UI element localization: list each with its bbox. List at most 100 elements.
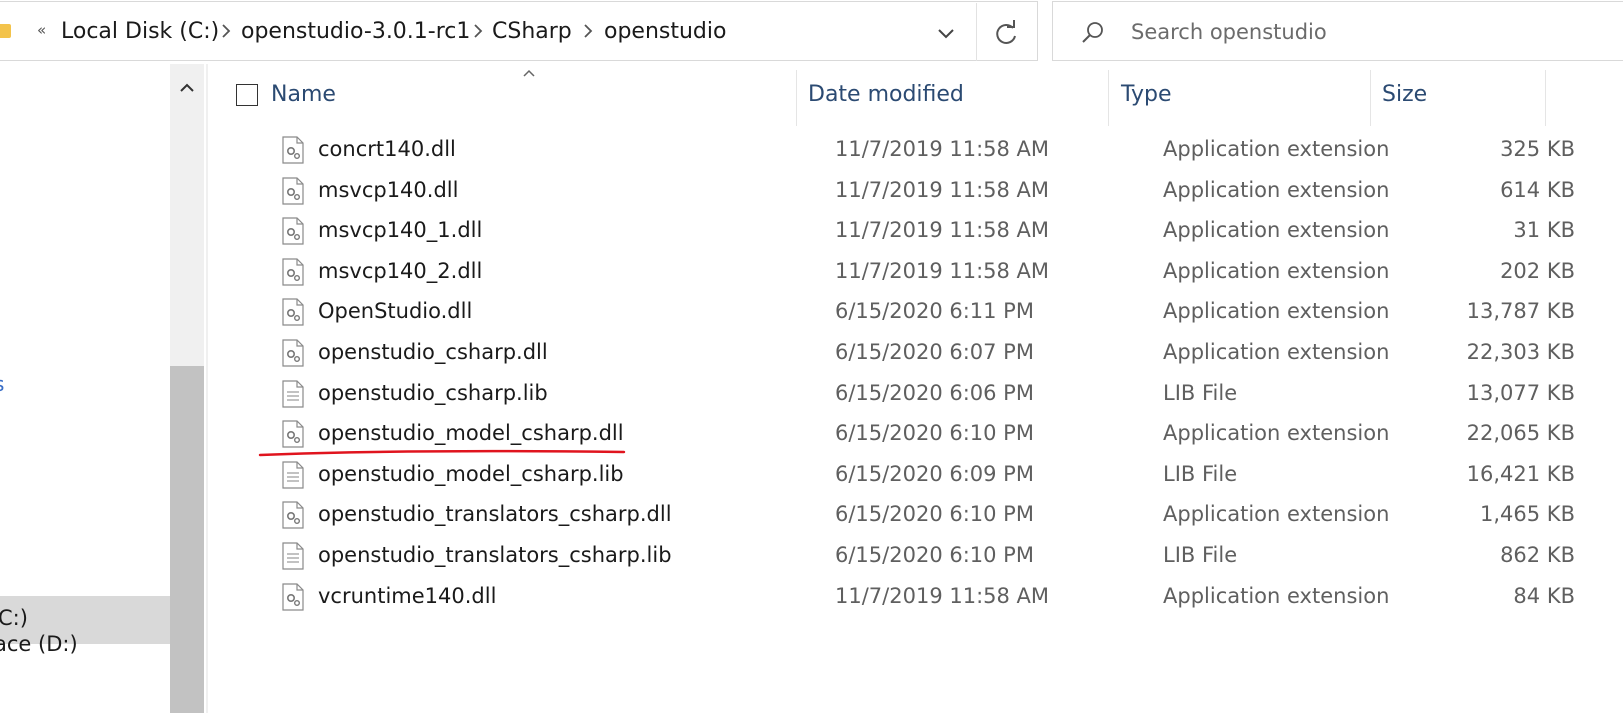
column-header-type[interactable]: Type <box>1121 82 1172 107</box>
breadcrumb-openstudio-rc1[interactable]: openstudio-3.0.1-rc1 <box>241 19 470 44</box>
file-name: OpenStudio.dll <box>318 299 473 324</box>
file-size: 13,077 KB <box>1466 380 1575 405</box>
lib-file-icon <box>282 542 304 570</box>
file-type: Application extension <box>1163 177 1390 202</box>
red-underline-annotation <box>258 449 626 457</box>
file-size: 202 KB <box>1500 258 1575 283</box>
file-type: LIB File <box>1163 461 1238 486</box>
search-input[interactable] <box>1129 16 1613 48</box>
dll-file-icon <box>282 339 304 367</box>
nav-scroll-thumb[interactable] <box>170 366 204 713</box>
file-size: 614 KB <box>1500 177 1575 202</box>
file-name: openstudio_translators_csharp.dll <box>318 502 672 527</box>
file-list: Name Date modified Type Size concrt140.d… <box>208 64 1623 713</box>
column-divider[interactable] <box>1108 70 1109 126</box>
refresh-icon[interactable] <box>989 17 1023 51</box>
column-header-date[interactable]: Date modified <box>808 82 964 107</box>
file-name: msvcp140_1.dll <box>318 218 483 243</box>
chevron-down-icon[interactable] <box>935 22 957 44</box>
file-date-modified: 6/15/2020 6:10 PM <box>835 502 1034 527</box>
file-date-modified: 6/15/2020 6:09 PM <box>835 461 1034 486</box>
file-type: Application extension <box>1163 299 1390 324</box>
file-size: 31 KB <box>1513 218 1575 243</box>
column-divider[interactable] <box>1370 70 1371 126</box>
column-header-size[interactable]: Size <box>1382 82 1427 107</box>
folder-icon <box>0 24 11 38</box>
file-row[interactable]: openstudio_translators_csharp.dll 6/15/20… <box>208 496 1623 538</box>
chevron-right-icon[interactable] <box>579 22 597 40</box>
search-box[interactable] <box>1052 1 1623 61</box>
file-date-modified: 11/7/2019 11:58 AM <box>835 258 1050 283</box>
file-date-modified: 11/7/2019 11:58 AM <box>835 218 1050 243</box>
file-row[interactable]: vcruntime140.dll 11/7/2019 11:58 AM Applic… <box>208 578 1623 620</box>
nav-item-fragment[interactable]: s <box>0 372 4 396</box>
file-type: Application extension <box>1163 218 1390 243</box>
file-size: 325 KB <box>1500 137 1575 161</box>
dll-file-icon <box>282 582 304 611</box>
file-date-modified: 11/7/2019 11:58 AM <box>835 137 1050 161</box>
file-date-modified: 11/7/2019 11:58 AM <box>835 583 1050 608</box>
file-name: msvcp140_2.dll <box>318 258 483 283</box>
file-type: LIB File <box>1163 380 1238 405</box>
dll-file-icon <box>282 136 304 164</box>
file-row[interactable]: openstudio_csharp.lib 6/15/2020 6:06 PM LI… <box>208 375 1623 417</box>
lib-file-icon <box>282 379 304 408</box>
file-name: vcruntime140.dll <box>318 583 497 608</box>
breadcrumb-local-disk[interactable]: Local Disk (C:) <box>61 19 219 44</box>
dll-file-icon <box>282 420 304 448</box>
file-size: 1,465 KB <box>1480 502 1575 527</box>
file-type: Application extension <box>1163 340 1390 364</box>
file-row[interactable]: concrt140.dll 11/7/2019 11:58 AM Applicati… <box>208 131 1623 173</box>
select-all-checkbox[interactable] <box>236 84 258 106</box>
file-date-modified: 6/15/2020 6:06 PM <box>835 380 1034 405</box>
column-divider[interactable] <box>796 70 797 126</box>
file-type: Application extension <box>1163 137 1390 161</box>
file-name: openstudio_translators_csharp.lib <box>318 543 672 567</box>
file-row[interactable]: msvcp140.dll 11/7/2019 11:58 AM Applicatio… <box>208 172 1623 214</box>
file-name: openstudio_model_csharp.dll <box>318 421 624 446</box>
file-date-modified: 6/15/2020 6:11 PM <box>835 299 1034 324</box>
file-name: msvcp140.dll <box>318 177 459 202</box>
dll-file-icon <box>282 258 304 286</box>
address-toolbar: « Local Disk (C:) openstudio-3.0.1-rc1 C… <box>0 0 1623 62</box>
breadcrumb-overflow-button[interactable]: « <box>37 21 46 39</box>
column-header-row: Name Date modified Type Size <box>208 64 1623 128</box>
chevron-up-icon[interactable] <box>170 76 204 100</box>
column-divider[interactable] <box>1545 70 1546 126</box>
lib-file-icon <box>282 461 304 489</box>
breadcrumb-csharp[interactable]: CSharp <box>492 19 572 44</box>
breadcrumb-openstudio[interactable]: openstudio <box>604 19 726 44</box>
file-row[interactable]: openstudio_translators_csharp.lib 6/15/20… <box>208 537 1623 579</box>
sort-up-icon <box>523 69 535 77</box>
file-type: LIB File <box>1163 543 1238 567</box>
file-type: Application extension <box>1163 502 1390 527</box>
file-date-modified: 6/15/2020 6:10 PM <box>835 543 1034 567</box>
nav-scrollbar[interactable] <box>170 64 204 713</box>
nav-item-label: C:) <box>0 606 28 630</box>
file-size: 84 KB <box>1513 583 1575 608</box>
address-bar[interactable]: « Local Disk (C:) openstudio-3.0.1-rc1 C… <box>0 1 1038 61</box>
column-header-name[interactable]: Name <box>271 82 336 107</box>
file-date-modified: 6/15/2020 6:07 PM <box>835 340 1034 364</box>
file-name: openstudio_csharp.dll <box>318 340 548 364</box>
file-name: openstudio_model_csharp.lib <box>318 461 624 486</box>
file-row[interactable]: msvcp140_1.dll 11/7/2019 11:58 AM Applicat… <box>208 212 1623 254</box>
file-type: Application extension <box>1163 583 1390 608</box>
file-type: Application extension <box>1163 421 1390 446</box>
chevron-right-icon[interactable] <box>217 22 235 40</box>
file-row[interactable]: OpenStudio.dll 6/15/2020 6:11 PM Applicati… <box>208 293 1623 335</box>
dll-file-icon <box>282 176 304 205</box>
file-name: openstudio_csharp.lib <box>318 380 548 405</box>
file-type: Application extension <box>1163 258 1390 283</box>
toolbar-divider <box>976 3 977 61</box>
file-row[interactable]: openstudio_csharp.dll 6/15/2020 6:07 PM Ap… <box>208 334 1623 376</box>
search-icon <box>1082 22 1103 43</box>
dll-file-icon <box>282 217 304 245</box>
file-row[interactable]: openstudio_model_csharp.lib 6/15/2020 6:0… <box>208 456 1623 498</box>
nav-item-d-drive[interactable]: ace (D:) <box>0 632 78 656</box>
file-size: 22,065 KB <box>1466 421 1575 446</box>
file-size: 22,303 KB <box>1466 340 1575 364</box>
chevron-right-icon[interactable] <box>469 22 487 40</box>
dll-file-icon <box>282 501 304 529</box>
file-row[interactable]: msvcp140_2.dll 11/7/2019 11:58 AM Applicat… <box>208 253 1623 295</box>
